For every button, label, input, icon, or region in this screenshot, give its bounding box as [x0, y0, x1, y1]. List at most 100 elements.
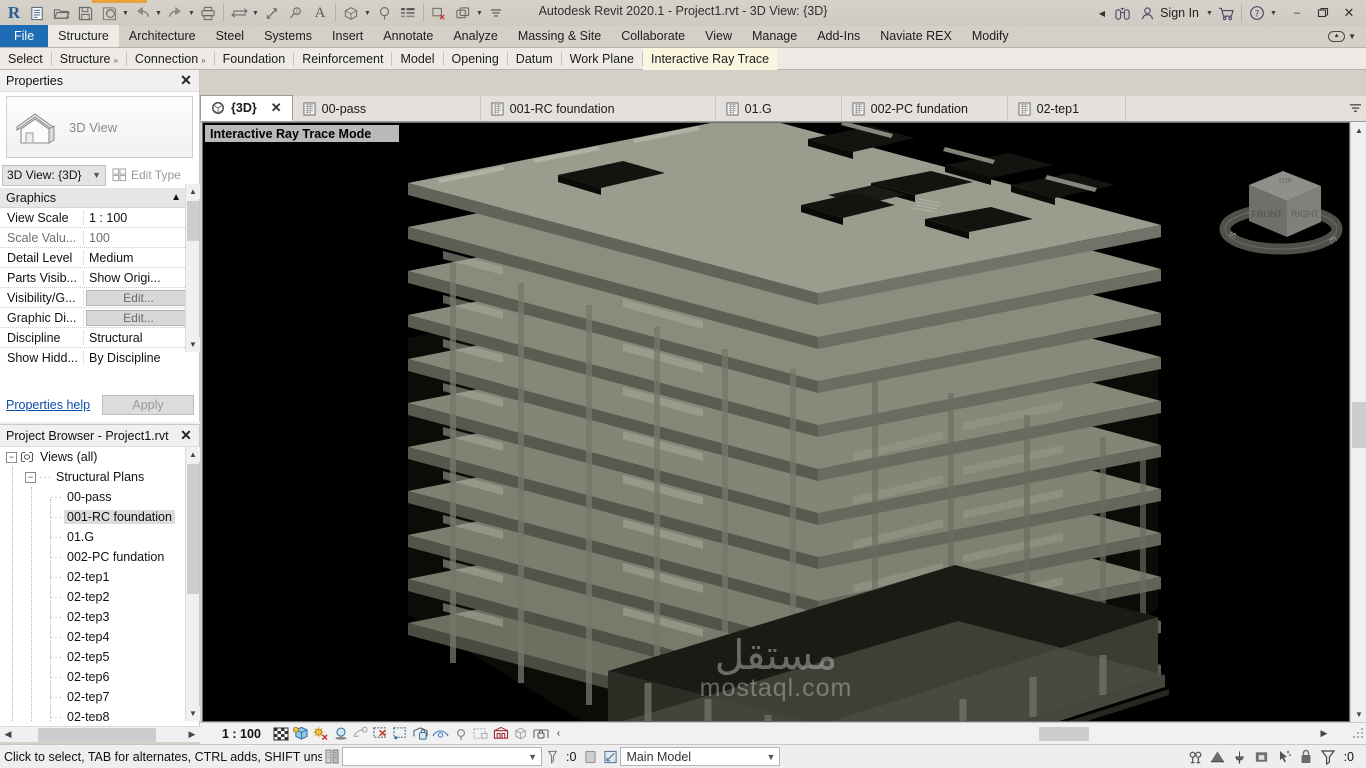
view-tab-002-pc-fundation[interactable]: 002-PC fundation — [842, 96, 1008, 121]
visibility-graphics-edit-button[interactable]: Edit... — [86, 289, 191, 306]
thin-lines-icon[interactable] — [396, 1, 420, 25]
view-tab-02-tep1[interactable]: 02-tep1 — [1008, 96, 1126, 121]
canvas-hscroll-thumb[interactable] — [1039, 726, 1089, 741]
ribbon-options-arrow-icon[interactable]: ▼ — [1348, 32, 1356, 41]
ribbon-tab-view[interactable]: View — [695, 25, 742, 47]
property-row-graphic-display[interactable]: Graphic Di... Edit... — [0, 308, 199, 328]
drag-elements-on-selection-icon[interactable] — [1274, 747, 1294, 767]
ribbon-tab-naviate-rex[interactable]: Naviate REX — [870, 25, 962, 47]
scroll-right-icon[interactable]: ▶ — [184, 727, 200, 743]
property-value[interactable]: Medium — [84, 251, 199, 265]
print-icon[interactable] — [196, 1, 220, 25]
panel-foundation[interactable]: Foundation — [215, 48, 294, 70]
scroll-right-icon[interactable]: ▶ — [1316, 726, 1332, 742]
shadows-icon[interactable] — [331, 724, 351, 744]
view-dropdown-arrow-icon[interactable]: ▼ — [363, 1, 372, 25]
save-as-cloud-icon[interactable] — [97, 1, 121, 25]
tree-item-02-tep2[interactable]: ··· 02-tep2 — [0, 587, 186, 607]
project-browser-vertical-scrollbar[interactable]: ▲ ▼ — [185, 447, 200, 721]
undo-icon[interactable] — [130, 1, 154, 25]
revit-logo-icon[interactable]: R — [3, 1, 25, 25]
select-pinned-elements-icon[interactable] — [1230, 747, 1250, 767]
sign-in-button[interactable]: Sign In — [1134, 6, 1205, 21]
ribbon-tab-massing-site[interactable]: Massing & Site — [508, 25, 611, 47]
restore-button[interactable] — [1310, 1, 1336, 25]
collapse-expander-icon[interactable]: − — [6, 451, 17, 463]
ribbon-tab-structure[interactable]: Structure — [48, 25, 119, 47]
apply-button[interactable]: Apply — [102, 395, 194, 415]
hscroll-thumb[interactable] — [38, 727, 156, 742]
filter-icon[interactable] — [1318, 747, 1338, 767]
tree-item-02-tep6[interactable]: ··· 02-tep6 — [0, 667, 186, 687]
tree-item-02-tep3[interactable]: ··· 02-tep3 — [0, 607, 186, 627]
3d-view-canvas[interactable]: Interactive Ray Trace Mode S E TOP FRONT… — [202, 122, 1350, 722]
highlight-displacement-sets-icon[interactable] — [511, 724, 531, 744]
ribbon-tab-manage[interactable]: Manage — [742, 25, 807, 47]
sun-path-icon[interactable] — [311, 724, 331, 744]
panel-structure[interactable]: Structure» — [52, 48, 126, 70]
properties-close-icon[interactable]: ✕ — [177, 72, 195, 90]
panel-model[interactable]: Model — [392, 48, 442, 70]
tree-item-02-tep4[interactable]: ··· 02-tep4 — [0, 627, 186, 647]
properties-scrollbar[interactable]: ▲ ▼ — [185, 184, 200, 352]
select-links-icon[interactable] — [1186, 747, 1206, 767]
view-tab-01-g[interactable]: 01.G — [716, 96, 842, 121]
view-tab-00-pass[interactable]: 00-pass — [293, 96, 481, 121]
property-row-show-hidden-lines[interactable]: Show Hidd... By Discipline — [0, 348, 199, 368]
collapse-arrow-icon[interactable]: ◀ — [1099, 9, 1110, 18]
properties-help-link[interactable]: Properties help — [6, 398, 90, 412]
scroll-up-icon[interactable]: ▲ — [186, 447, 200, 462]
redo-icon[interactable] — [163, 1, 187, 25]
ribbon-tab-systems[interactable]: Systems — [254, 25, 322, 47]
panel-interactive-ray-trace[interactable]: Interactive Ray Trace — [643, 47, 778, 70]
ribbon-tab-architecture[interactable]: Architecture — [119, 25, 206, 47]
view-scale-label[interactable]: 1 : 100 — [200, 727, 271, 741]
section-icon[interactable] — [372, 1, 396, 25]
binoculars-icon[interactable] — [1110, 1, 1134, 25]
selection-filter-combobox[interactable]: ▼ — [342, 747, 542, 766]
panel-work-plane[interactable]: Work Plane — [562, 48, 642, 70]
save-dropdown-arrow-icon[interactable]: ▼ — [121, 1, 130, 25]
show-analytical-model-icon[interactable] — [491, 724, 511, 744]
switch-windows-dropdown-arrow-icon[interactable]: ▼ — [475, 1, 484, 25]
view-tab-close-icon[interactable]: ✕ — [271, 100, 282, 116]
worksets-icon[interactable] — [580, 747, 600, 767]
ribbon-display-options[interactable]: ▲ ▼ — [1328, 25, 1366, 47]
close-button[interactable]: ✕ — [1336, 1, 1362, 25]
crop-view-icon[interactable] — [371, 724, 391, 744]
scroll-up-icon[interactable]: ▲ — [186, 184, 200, 199]
scroll-down-icon[interactable]: ▼ — [186, 706, 200, 721]
hscroll-track[interactable] — [16, 727, 184, 743]
select-underlay-elements-icon[interactable] — [1208, 747, 1228, 767]
property-row-view-scale[interactable]: View Scale 1 : 100 — [0, 208, 199, 228]
reveal-hidden-elements-icon[interactable] — [451, 724, 471, 744]
tag-icon[interactable]: 1 — [284, 1, 308, 25]
measure-dropdown-arrow-icon[interactable]: ▼ — [251, 1, 260, 25]
property-value[interactable]: Show Origi... — [84, 271, 199, 285]
canvas-vertical-scrollbar[interactable]: ▲ ▼ — [1350, 122, 1366, 722]
scroll-up-icon[interactable]: ▲ — [1351, 122, 1366, 138]
property-value[interactable]: Structural — [84, 331, 199, 345]
property-value[interactable]: By Discipline — [84, 351, 199, 365]
visual-style-icon[interactable] — [291, 724, 311, 744]
scroll-down-icon[interactable]: ▼ — [1351, 706, 1366, 722]
sign-in-dropdown-arrow-icon[interactable]: ▼ — [1205, 1, 1214, 25]
help-icon[interactable]: ? — [1245, 1, 1269, 25]
select-elements-by-face-icon[interactable] — [1252, 747, 1272, 767]
ribbon-tab-analyze[interactable]: Analyze — [443, 25, 507, 47]
save-icon[interactable] — [73, 1, 97, 25]
customize-qat-icon[interactable] — [484, 1, 508, 25]
graphic-display-edit-button[interactable]: Edit... — [86, 309, 191, 326]
property-row-discipline[interactable]: Discipline Structural — [0, 328, 199, 348]
properties-section-graphics[interactable]: Graphics ▲ — [0, 188, 199, 208]
ribbon-tab-insert[interactable]: Insert — [322, 25, 373, 47]
ribbon-tab-modify[interactable]: Modify — [962, 25, 1019, 47]
property-value[interactable]: 1 : 100 — [84, 211, 199, 225]
default-3d-view-icon[interactable] — [339, 1, 363, 25]
canvas-horizontal-scrollbar[interactable]: ▶ — [884, 725, 1350, 742]
selection-lock-icon[interactable] — [1296, 747, 1316, 767]
open-icon[interactable] — [49, 1, 73, 25]
model-select-icon[interactable] — [322, 747, 342, 767]
close-hidden-windows-icon[interactable] — [427, 1, 451, 25]
redo-dropdown-arrow-icon[interactable]: ▼ — [187, 1, 196, 25]
